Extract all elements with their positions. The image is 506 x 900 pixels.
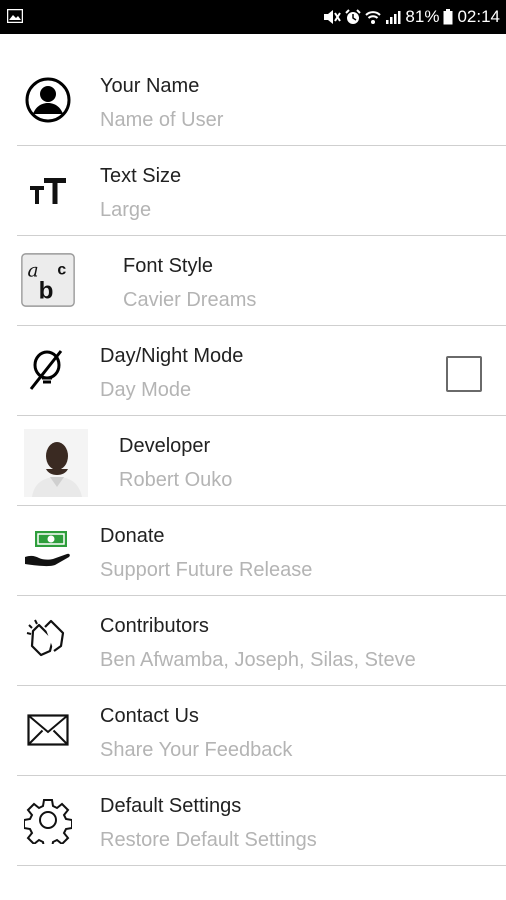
setting-subtitle: Share Your Feedback — [100, 739, 293, 761]
setting-subtitle: Day Mode — [100, 379, 192, 401]
svg-text:b: b — [39, 278, 54, 305]
setting-title: Day/Night Mode — [100, 345, 244, 367]
svg-text:c: c — [57, 261, 66, 278]
setting-title: Your Name — [100, 75, 200, 97]
signal-icon — [385, 9, 401, 25]
developer-photo — [24, 429, 88, 497]
setting-title: Font Style — [123, 255, 214, 277]
text-size-icon — [20, 162, 76, 218]
setting-text-size[interactable]: Text Size Large — [0, 146, 506, 236]
setting-font-style[interactable]: abc Font Style Cavier Dreams — [0, 236, 506, 326]
battery-percent: 81% — [405, 7, 440, 26]
alarm-icon — [345, 9, 362, 25]
setting-subtitle: Name of User — [100, 109, 224, 131]
status-bar: 81% 02:14 — [0, 0, 506, 34]
day-night-checkbox[interactable] — [446, 356, 482, 392]
envelope-icon — [20, 702, 76, 758]
image-notification-icon — [6, 8, 24, 28]
setting-contributors[interactable]: Contributors Ben Afwamba, Joseph, Silas,… — [0, 596, 506, 686]
mute-icon — [323, 9, 342, 25]
svg-text:a: a — [27, 260, 38, 281]
setting-subtitle: Support Future Release — [100, 559, 313, 581]
day-night-icon — [20, 342, 76, 398]
setting-title: Contributors — [100, 615, 209, 637]
user-icon — [20, 72, 76, 128]
battery-icon — [443, 9, 453, 25]
setting-developer[interactable]: Developer Robert Ouko — [0, 416, 506, 506]
setting-title: Donate — [100, 525, 165, 547]
setting-subtitle: Restore Default Settings — [100, 829, 317, 851]
clapping-hands-icon — [20, 612, 76, 668]
setting-title: Developer — [119, 435, 211, 457]
setting-default-settings[interactable]: Default Settings Restore Default Setting… — [0, 776, 506, 866]
setting-title: Contact Us — [100, 705, 199, 727]
clock: 02:14 — [457, 7, 500, 26]
divider — [17, 865, 506, 866]
setting-day-night-mode[interactable]: Day/Night Mode Day Mode — [0, 326, 506, 416]
wifi-icon — [365, 9, 382, 25]
setting-title: Default Settings — [100, 795, 242, 817]
setting-your-name[interactable]: Your Name Name of User — [0, 56, 506, 146]
gear-icon — [20, 792, 76, 848]
setting-donate[interactable]: Donate Support Future Release — [0, 506, 506, 596]
setting-subtitle: Large — [100, 199, 152, 221]
settings-list: Your Name Name of User Text Size Large a… — [0, 56, 506, 866]
setting-subtitle: Cavier Dreams — [123, 289, 257, 311]
setting-contact-us[interactable]: Contact Us Share Your Feedback — [0, 686, 506, 776]
font-style-icon: abc — [20, 252, 76, 308]
setting-title: Text Size — [100, 165, 182, 187]
donate-icon — [20, 522, 76, 578]
setting-subtitle: Ben Afwamba, Joseph, Silas, Steve — [100, 649, 416, 671]
setting-subtitle: Robert Ouko — [119, 469, 233, 491]
